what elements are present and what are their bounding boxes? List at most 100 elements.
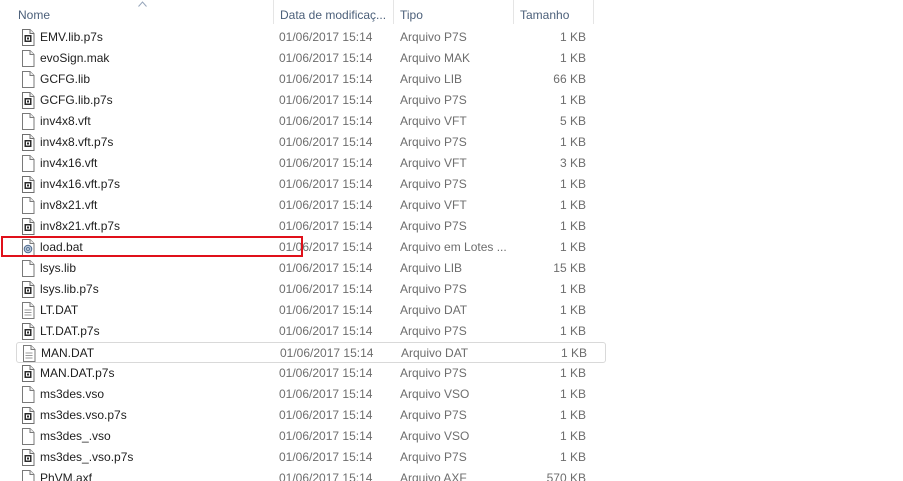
file-name: evoSign.mak	[40, 51, 110, 65]
generic-file-icon	[21, 50, 35, 67]
file-size: 1 KB	[559, 135, 586, 149]
column-resize-handle[interactable]	[593, 0, 594, 24]
file-date-modified: 01/06/2017 15:14	[279, 93, 373, 107]
file-name: EMV.lib.p7s	[40, 30, 103, 44]
generic-file-icon	[21, 113, 35, 130]
file-row[interactable]: MAN.DAT 01/06/2017 15:14 Arquivo DAT 1 KB	[16, 342, 606, 363]
file-date-modified: 01/06/2017 15:14	[279, 471, 373, 481]
file-type: Arquivo P7S	[400, 408, 467, 422]
file-type: Arquivo VFT	[400, 198, 467, 212]
file-row[interactable]: MAN.DAT.p7s 01/06/2017 15:14 Arquivo P7S 1 …	[16, 363, 606, 384]
file-date-modified: 01/06/2017 15:14	[279, 429, 373, 443]
file-date-modified: 01/06/2017 15:14	[279, 72, 373, 86]
sort-ascending-icon	[138, 1, 147, 7]
file-row[interactable]: inv4x16.vft 01/06/2017 15:14 Arquivo VFT 3 …	[16, 153, 606, 174]
file-row[interactable]: GCFG.lib.p7s 01/06/2017 15:14 Arquivo P7S 1…	[16, 90, 606, 111]
data-file-icon	[21, 302, 35, 319]
file-row[interactable]: inv4x8.vft 01/06/2017 15:14 Arquivo VFT 5 K…	[16, 111, 606, 132]
file-name: inv8x21.vft.p7s	[40, 219, 121, 233]
file-type: Arquivo MAK	[400, 51, 471, 65]
file-size: 1 KB	[559, 198, 586, 212]
file-row[interactable]: evoSign.mak 01/06/2017 15:14 Arquivo MAK 1 …	[16, 48, 606, 69]
file-size: 66 KB	[553, 72, 586, 86]
file-size: 1 KB	[559, 450, 586, 464]
file-name: lsys.lib	[40, 261, 77, 275]
file-type: Arquivo P7S	[400, 30, 467, 44]
file-size: 15 KB	[553, 261, 586, 275]
signed-file-icon	[21, 407, 35, 424]
column-header-size[interactable]: Tamanho	[514, 0, 594, 24]
file-date-modified: 01/06/2017 15:14	[279, 408, 373, 422]
file-name: ms3des.vso.p7s	[40, 408, 127, 422]
file-type: Arquivo P7S	[400, 219, 467, 233]
file-row[interactable]: LT.DAT 01/06/2017 15:14 Arquivo DAT 1 KB	[16, 300, 606, 321]
file-row[interactable]: ms3des.vso 01/06/2017 15:14 Arquivo VSO 1 K…	[16, 384, 606, 405]
file-type: Arquivo P7S	[400, 93, 467, 107]
file-date-modified: 01/06/2017 15:14	[279, 177, 373, 191]
file-date-modified: 01/06/2017 15:14	[279, 261, 373, 275]
file-date-modified: 01/06/2017 15:14	[279, 51, 373, 65]
file-type: Arquivo P7S	[400, 450, 467, 464]
signed-file-icon	[21, 218, 35, 235]
file-name: LT.DAT	[40, 303, 79, 317]
signed-file-icon	[21, 365, 35, 382]
file-name: MAN.DAT.p7s	[40, 366, 115, 380]
file-row[interactable]: ms3des_.vso.p7s 01/06/2017 15:14 Arquivo P…	[16, 447, 606, 468]
file-date-modified: 01/06/2017 15:14	[280, 346, 374, 360]
file-size: 1 KB	[559, 240, 586, 254]
file-size: 5 KB	[559, 114, 586, 128]
file-type: Arquivo DAT	[400, 303, 468, 317]
signed-file-icon	[21, 29, 35, 46]
column-header-date[interactable]: Data de modificaç...	[274, 0, 394, 24]
file-date-modified: 01/06/2017 15:14	[279, 30, 373, 44]
file-row[interactable]: inv8x21.vft.p7s 01/06/2017 15:14 Arquivo P…	[16, 216, 606, 237]
file-row[interactable]: ms3des.vso.p7s 01/06/2017 15:14 Arquivo P7…	[16, 405, 606, 426]
file-row[interactable]: load.bat 01/06/2017 15:14 Arquivo em Lotes…	[16, 237, 606, 258]
file-size: 1 KB	[559, 93, 586, 107]
file-name: LT.DAT.p7s	[40, 324, 100, 338]
file-date-modified: 01/06/2017 15:14	[279, 387, 373, 401]
file-row[interactable]: lsys.lib.p7s 01/06/2017 15:14 Arquivo P7S 1…	[16, 279, 606, 300]
file-row[interactable]: inv4x8.vft.p7s 01/06/2017 15:14 Arquivo P7…	[16, 132, 606, 153]
file-row[interactable]: lsys.lib 01/06/2017 15:14 Arquivo LIB 15 KB	[16, 258, 606, 279]
column-header-type[interactable]: Tipo	[394, 0, 514, 24]
file-row[interactable]: ms3des_.vso 01/06/2017 15:14 Arquivo VSO 1 …	[16, 426, 606, 447]
column-header-type-label: Tipo	[400, 8, 423, 22]
file-row[interactable]: inv8x21.vft 01/06/2017 15:14 Arquivo VFT 1 …	[16, 195, 606, 216]
column-header-bar: Nome Data de modificaç... Tipo Tamanho	[0, 0, 903, 24]
file-date-modified: 01/06/2017 15:14	[279, 303, 373, 317]
file-type: Arquivo AXF	[400, 471, 467, 481]
file-date-modified: 01/06/2017 15:14	[279, 366, 373, 380]
generic-file-icon	[21, 260, 35, 277]
file-row[interactable]: GCFG.lib 01/06/2017 15:14 Arquivo LIB 66 KB	[16, 69, 606, 90]
file-size: 1 KB	[559, 366, 586, 380]
generic-file-icon	[21, 197, 35, 214]
signed-file-icon	[21, 134, 35, 151]
column-header-name-label: Nome	[18, 8, 51, 22]
signed-file-icon	[21, 92, 35, 109]
file-name: GCFG.lib.p7s	[40, 93, 113, 107]
file-type: Arquivo P7S	[400, 177, 467, 191]
file-row[interactable]: inv4x16.vft.p7s 01/06/2017 15:14 Arquivo P…	[16, 174, 606, 195]
signed-file-icon	[21, 176, 35, 193]
file-row[interactable]: EMV.lib.p7s 01/06/2017 15:14 Arquivo P7S 1 …	[16, 27, 606, 48]
file-name: inv8x21.vft	[40, 198, 98, 212]
file-explorer-details-view: Nome Data de modificaç... Tipo Tamanho E…	[0, 0, 903, 481]
file-type: Arquivo LIB	[400, 261, 463, 275]
data-file-icon	[22, 345, 36, 362]
file-name: ms3des.vso	[40, 387, 105, 401]
file-row[interactable]: PhVM.axf 01/06/2017 15:14 Arquivo AXF 570 K…	[16, 468, 606, 481]
file-name: inv4x16.vft	[40, 156, 98, 170]
file-name: inv4x8.vft	[40, 114, 91, 128]
file-size: 570 KB	[546, 471, 586, 481]
file-size: 1 KB	[559, 282, 586, 296]
file-name: inv4x16.vft.p7s	[40, 177, 121, 191]
file-row[interactable]: LT.DAT.p7s 01/06/2017 15:14 Arquivo P7S 1 K…	[16, 321, 606, 342]
file-type: Arquivo DAT	[401, 346, 469, 360]
file-name: inv4x8.vft.p7s	[40, 135, 114, 149]
file-date-modified: 01/06/2017 15:14	[279, 156, 373, 170]
batch-file-gear-icon	[21, 239, 35, 256]
file-name: ms3des_.vso	[40, 429, 111, 443]
file-size: 1 KB	[559, 429, 586, 443]
file-size: 1 KB	[560, 346, 587, 360]
